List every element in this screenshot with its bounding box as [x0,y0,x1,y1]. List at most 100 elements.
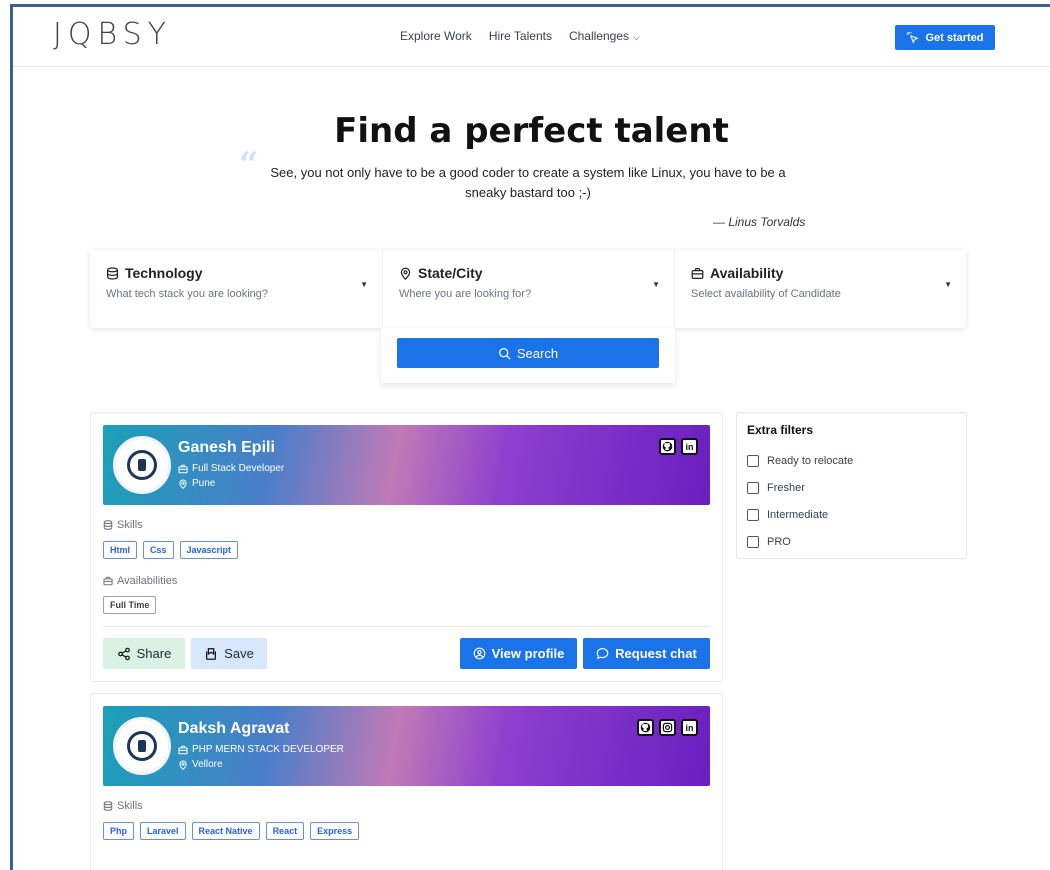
instagram-icon[interactable] [659,719,676,736]
extra-filters-title: Extra filters [747,423,814,437]
location-pin-icon [179,760,187,770]
skill-tag: Php [103,822,134,840]
talent-card: Ganesh Epili Full Stack Developer Pune i… [90,412,723,682]
state-city-label: State/City [418,265,483,281]
availability-tags: Full Time [103,596,157,614]
availability-label: Availability [710,265,784,281]
caret-down-icon: ▼ [944,280,952,289]
get-started-button[interactable]: Get started [895,25,995,50]
skill-tags: Html Css Javascript [103,541,239,559]
candidate-role-text: PHP MERN STACK DEVELOPER [192,744,344,755]
briefcase-icon [103,576,113,586]
chevron-down-icon: ⌵ [633,32,640,42]
share-button[interactable]: Share [103,638,185,669]
page-title: Find a perfect talent [334,111,729,151]
skill-tag: React [265,822,305,840]
view-profile-label: View profile [491,646,565,661]
search-button-label: Search [516,345,559,361]
quote: “ See, you not only have to be a good co… [239,148,803,203]
briefcase-icon [178,745,188,754]
filter-label: PRO [767,535,791,548]
user-circle-icon [473,647,485,660]
filter-intermediate[interactable]: Intermediate [747,501,956,528]
avatar-icon [127,731,157,761]
nav-explore-work[interactable]: Explore Work [400,29,472,43]
skill-tag: Express [310,822,360,840]
state-city-select[interactable]: State/City Where you are looking for? ▼ [382,250,674,328]
avatar[interactable] [113,436,171,494]
checkbox[interactable] [747,454,759,467]
profile-banner: Daksh Agravat PHP MERN STACK DEVELOPER V… [103,706,710,786]
candidate-name[interactable]: Daksh Agravat [178,720,289,738]
save-label: Save [224,646,254,661]
chat-bubble-icon [596,648,609,660]
checkbox[interactable] [747,508,759,521]
linkedin-icon[interactable]: in [681,719,698,736]
candidate-role: PHP MERN STACK DEVELOPER [178,744,344,755]
filter-pro[interactable]: PRO [747,528,956,555]
filter-fresher[interactable]: Fresher [747,474,956,501]
database-icon [107,266,118,280]
quote-author: — Linus Torvalds [713,215,806,229]
save-icon [206,647,217,660]
nav-links: Explore Work Hire Talents Challenges ⌵ [400,29,640,43]
skills-label: Skills [117,519,143,531]
request-chat-label: Request chat [615,646,697,661]
availability-placeholder: Select availability of Candidate [691,288,841,300]
availabilities-heading: Availabilities [103,575,177,587]
technology-label-row: Technology [106,265,366,281]
checkbox[interactable] [747,481,759,494]
share-label: Share [136,646,172,661]
get-started-label: Get started [925,31,984,44]
top-nav: JQBSY Explore Work Hire Talents Challeng… [13,7,1050,67]
candidate-role-text: Full Stack Developer [192,463,285,474]
skill-tag: Html [103,541,137,559]
candidate-name[interactable]: Ganesh Epili [178,439,275,457]
github-icon[interactable] [637,719,654,736]
view-profile-button[interactable]: View profile [460,638,577,669]
page-frame: JQBSY Explore Work Hire Talents Challeng… [10,4,1050,870]
filter-label: Intermediate [767,508,829,521]
nav-hire-talents[interactable]: Hire Talents [489,29,552,43]
caret-down-icon: ▼ [360,280,368,289]
availability-select[interactable]: Availability Select availability of Cand… [674,250,966,328]
location-pin-icon [400,267,411,280]
candidate-city-text: Pune [192,478,216,489]
logo[interactable]: JQBSY [53,17,172,52]
technology-label: Technology [125,265,203,281]
request-chat-button[interactable]: Request chat [583,638,710,669]
save-button[interactable]: Save [191,638,267,669]
checkbox[interactable] [747,535,759,548]
availabilities-label: Availabilities [117,575,178,587]
social-links: in [637,719,698,736]
availability-label-row: Availability [691,265,950,281]
quote-text: See, you not only have to be a good code… [270,165,786,200]
cursor-click-icon [907,31,920,44]
search-panel: Search [381,328,675,383]
filter-ready-to-relocate[interactable]: Ready to relocate [747,447,956,474]
search-icon [498,347,511,360]
database-icon [103,801,113,811]
skill-tag: Laravel [140,822,186,840]
filter-label: Fresher [767,481,805,494]
extra-filters-panel: Extra filters Ready to relocate Fresher … [736,412,967,559]
search-button[interactable]: Search [397,338,659,368]
candidate-role: Full Stack Developer [178,463,284,474]
search-bar: Technology What tech stack you are looki… [90,250,966,328]
state-city-label-row: State/City [399,265,658,281]
avatar[interactable] [113,717,171,775]
linkedin-icon[interactable]: in [681,438,698,455]
skill-tags: Php Laravel React Native React Express [103,822,360,840]
candidate-city-text: Vellore [192,759,223,770]
github-icon[interactable] [659,438,676,455]
talent-card: Daksh Agravat PHP MERN STACK DEVELOPER V… [90,693,723,870]
share-icon [117,647,130,660]
candidate-city: Vellore [178,759,223,770]
database-icon [103,520,113,530]
nav-challenges-label: Challenges [568,29,629,43]
skills-heading: Skills [103,800,143,812]
filter-label: Ready to relocate [767,454,854,467]
card-divider [103,626,710,627]
technology-select[interactable]: Technology What tech stack you are looki… [90,250,382,328]
nav-challenges[interactable]: Challenges ⌵ [569,29,640,43]
